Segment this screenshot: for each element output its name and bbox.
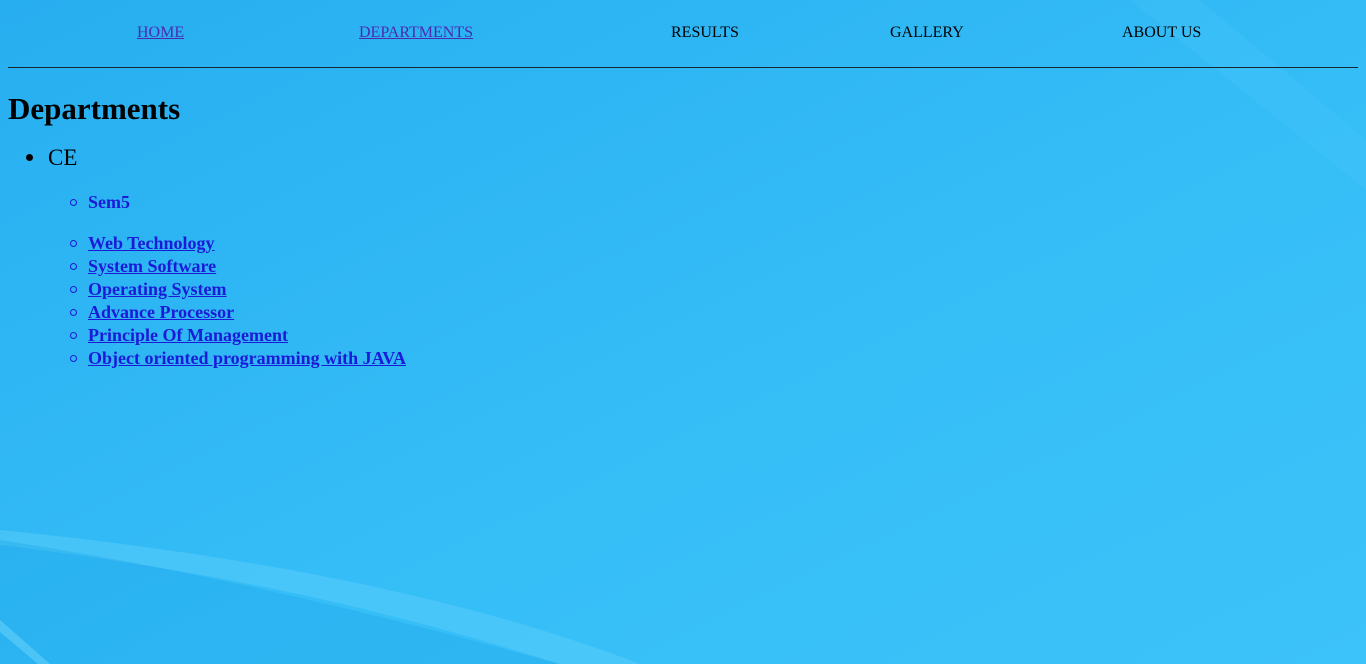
semester-label: Sem5 [88, 192, 130, 212]
nav-divider [8, 67, 1358, 68]
circle-bullet [70, 286, 77, 293]
department-item: CE Sem5 Web Technology System Software O… [26, 145, 1358, 370]
top-nav: HOME DEPARTMENTS RESULTS GALLERY ABOUT U… [8, 0, 1358, 67]
circle-bullet [70, 240, 77, 247]
circle-bullet [70, 355, 77, 362]
course-link-oop-java[interactable]: Object oriented programming with JAVA [88, 348, 406, 368]
nav-link-home[interactable]: HOME [137, 24, 184, 42]
department-list: CE Sem5 Web Technology System Software O… [8, 145, 1358, 370]
course-item: Advance Processor [70, 301, 1358, 324]
nav-item-gallery[interactable]: GALLERY [890, 24, 964, 42]
course-item: Principle Of Management [70, 324, 1358, 347]
nav-link-departments[interactable]: DEPARTMENTS [359, 24, 473, 42]
course-item: System Software [70, 255, 1358, 278]
circle-bullet [70, 309, 77, 316]
course-item: Web Technology [70, 232, 1358, 255]
course-link-web-technology[interactable]: Web Technology [88, 233, 215, 253]
disc-bullet [26, 154, 33, 161]
course-link-operating-system[interactable]: Operating System [88, 279, 227, 299]
nav-item-about-us[interactable]: ABOUT US [1122, 24, 1201, 42]
course-item: Operating System [70, 278, 1358, 301]
circle-bullet [70, 332, 77, 339]
page-content: HOME DEPARTMENTS RESULTS GALLERY ABOUT U… [0, 0, 1366, 370]
course-link-advance-processor[interactable]: Advance Processor [88, 302, 234, 322]
course-list: Web Technology System Software Operating… [48, 232, 1358, 370]
page-title: Departments [8, 91, 181, 126]
semester-item: Sem5 [70, 191, 1358, 214]
semester-list: Sem5 [48, 191, 1358, 214]
nav-item-results[interactable]: RESULTS [671, 24, 739, 42]
department-name: CE [48, 145, 78, 170]
course-item: Object oriented programming with JAVA [70, 347, 1358, 370]
circle-bullet [70, 199, 77, 206]
circle-bullet [70, 263, 77, 270]
course-link-system-software[interactable]: System Software [88, 256, 216, 276]
course-link-principle-of-management[interactable]: Principle Of Management [88, 325, 288, 345]
